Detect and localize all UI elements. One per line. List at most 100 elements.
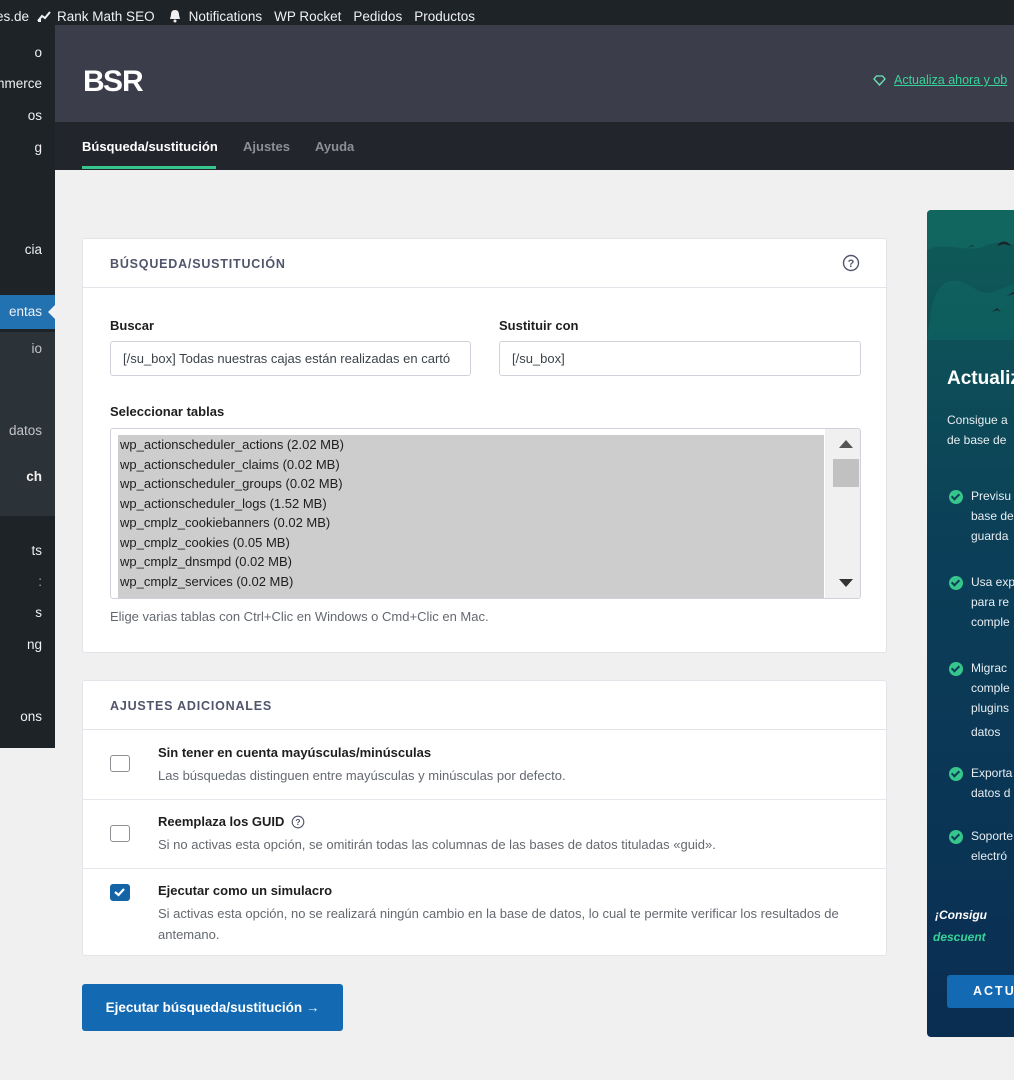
sidebar-item-5[interactable]: cia [0, 238, 55, 262]
productos-menu[interactable]: Productos [414, 9, 475, 24]
promo-feature-line: para re [971, 595, 1010, 609]
option-title-wrap: Reemplaza los GUID ? [158, 814, 305, 829]
option-description: Las búsquedas distinguen entre mayúscula… [158, 768, 566, 783]
sidebar-item-10[interactable]: ons [0, 705, 55, 729]
promo-emphasis: ¡Consigu [935, 908, 987, 922]
rank-math-label: Rank Math SEO [57, 8, 155, 24]
site-name-link[interactable]: es.de [0, 9, 29, 24]
rank-math-icon [37, 11, 51, 22]
search-input[interactable]: [/su_box] Todas nuestras cajas están rea… [110, 341, 471, 376]
sidebar-item-3[interactable]: os [0, 104, 55, 128]
help-icon[interactable]: ? [842, 254, 860, 272]
notifications-label: Notifications [188, 8, 263, 24]
table-option[interactable]: wp_actionscheduler_groups (0.02 MB) [118, 474, 824, 494]
search-label: Buscar [110, 318, 155, 333]
promo-feature-line: datos [971, 725, 1001, 739]
promo-feature-line: comple [971, 615, 1010, 629]
admin-sidebar: o mmerce os g cia entas io datos ch ts :… [0, 32, 55, 748]
sidebar-item-herramientas[interactable]: entas [0, 295, 55, 329]
table-option[interactable]: wp_actionscheduler_claims (0.02 MB) [118, 455, 824, 475]
sidebar-item-9[interactable]: ng [0, 633, 55, 657]
tab-ajustes[interactable]: Ajustes [243, 139, 290, 154]
table-option[interactable]: wp_actionscheduler_actions (2.02 MB) [118, 435, 824, 455]
replace-label: Sustituir con [499, 318, 579, 333]
promo-feature-line: electró [971, 849, 1008, 863]
promo-intro-line: Consigue a [947, 413, 1008, 427]
notifications-menu[interactable]: Notifications [167, 8, 263, 24]
promo-feature-line: Exporta [971, 766, 1013, 780]
card-header: AJUSTES ADICIONALES [83, 681, 886, 730]
check-circle-icon [949, 576, 963, 590]
promo-discount-text: descuent [933, 930, 986, 944]
svg-text:B: B [83, 65, 104, 95]
pedidos-label: Pedidos [353, 8, 403, 24]
sidebar-subitem-search[interactable]: ch [0, 465, 55, 489]
option-description: Si no activas esta opción, se omitirán t… [158, 837, 716, 852]
tables-scrollbar[interactable] [825, 429, 860, 598]
sidebar-subitem-1[interactable]: io [0, 337, 55, 361]
checkmark-icon [114, 888, 125, 897]
promo-intro-line: de base de [947, 433, 1007, 447]
upgrade-link-label: Actualiza ahora y ob [894, 73, 1008, 87]
promo-feature-line: base de [971, 509, 1014, 523]
tabs-bar: Búsqueda/sustitución Ajustes Ayuda [55, 122, 1014, 170]
upgrade-promo-panel: Actualiz Consigue a de base de Previsu b… [927, 210, 1014, 1037]
option-title: Ejecutar como un simulacro [158, 883, 333, 898]
tables-select[interactable]: wp_actionscheduler_actions (2.02 MB) wp_… [110, 428, 861, 599]
wp-rocket-label: WP Rocket [274, 8, 342, 24]
table-option[interactable]: wp_cmplz_services (0.02 MB) [118, 572, 824, 592]
svg-text:R: R [122, 65, 144, 95]
additional-settings-card: AJUSTES ADICIONALES Sin tener en cuenta … [82, 680, 887, 956]
case-insensitive-checkbox[interactable] [110, 755, 130, 772]
help-icon[interactable]: ? [291, 815, 305, 829]
birds-illustration-icon [927, 210, 1014, 340]
option-row-case: Sin tener en cuenta mayúsculas/minúscula… [83, 730, 886, 800]
card-header: BÚSQUEDA/SUSTITUCIÓN ? [83, 239, 886, 288]
tables-options: wp_actionscheduler_actions (2.02 MB) wp_… [118, 435, 824, 598]
pedidos-menu[interactable]: Pedidos [353, 9, 402, 24]
check-circle-icon [949, 662, 963, 676]
promo-feature-line: plugins [971, 701, 1010, 715]
run-search-replace-button[interactable]: Ejecutar búsqueda/sustitución → [82, 984, 343, 1031]
productos-label: Productos [414, 8, 475, 24]
sidebar-item-7[interactable]: : [0, 570, 55, 594]
active-tab-indicator [82, 166, 216, 169]
table-option[interactable]: wp_actionscheduler_logs (1.52 MB) [118, 494, 824, 514]
scroll-thumb[interactable] [833, 459, 859, 487]
sidebar-item-6[interactable]: ts [0, 539, 55, 563]
option-title: Sin tener en cuenta mayúsculas/minúscula… [158, 745, 432, 760]
wp-rocket-menu[interactable]: WP Rocket [274, 9, 341, 24]
sidebar-item-4[interactable]: g [0, 136, 55, 160]
tables-hint: Elige varias tablas con Ctrl+Clic en Win… [110, 609, 489, 624]
option-row-dry-run: Ejecutar como un simulacro Si activas es… [83, 869, 886, 956]
sidebar-item-woocommerce[interactable]: mmerce [0, 72, 55, 96]
sidebar-item-8[interactable]: s [0, 601, 55, 625]
table-option[interactable]: wp_cmplz_dnsmpd (0.02 MB) [118, 552, 824, 572]
promo-heading: Actualiz [947, 368, 1014, 389]
promo-feature-line: datos d [971, 786, 1011, 800]
tables-label: Seleccionar tablas [110, 404, 225, 419]
promo-feature-line: guarda [971, 529, 1009, 543]
card-title: AJUSTES ADICIONALES [110, 699, 272, 713]
svg-text:?: ? [848, 258, 855, 270]
card-title: BÚSQUEDA/SUSTITUCIÓN [110, 257, 286, 271]
sidebar-subitem-datos[interactable]: datos [0, 419, 55, 443]
rank-math-menu[interactable]: Rank Math SEO [37, 9, 155, 24]
upgrade-link[interactable]: Actualiza ahora y ob [873, 73, 1007, 87]
bell-icon [169, 10, 180, 23]
tab-busqueda[interactable]: Búsqueda/sustitución [82, 139, 218, 154]
option-title: Reemplaza los GUID [158, 814, 285, 829]
sidebar-item-1[interactable]: o [0, 41, 55, 65]
scroll-down-arrow-icon[interactable] [839, 579, 853, 587]
scroll-up-arrow-icon[interactable] [839, 440, 853, 448]
replace-input[interactable]: [/su_box] [499, 341, 861, 376]
tab-ayuda[interactable]: Ayuda [315, 139, 354, 154]
dry-run-checkbox[interactable] [110, 884, 130, 901]
table-option[interactable]: wp_cmplz_cookiebanners (0.02 MB) [118, 513, 824, 533]
promo-upgrade-button[interactable]: ACTU [947, 975, 1014, 1008]
svg-text:?: ? [296, 817, 301, 827]
table-option[interactable]: wp_cmplz_cookies (0.05 MB) [118, 533, 824, 553]
site-name-label: es.de [0, 8, 30, 24]
replace-guids-checkbox[interactable] [110, 825, 130, 842]
check-circle-icon [949, 830, 963, 844]
